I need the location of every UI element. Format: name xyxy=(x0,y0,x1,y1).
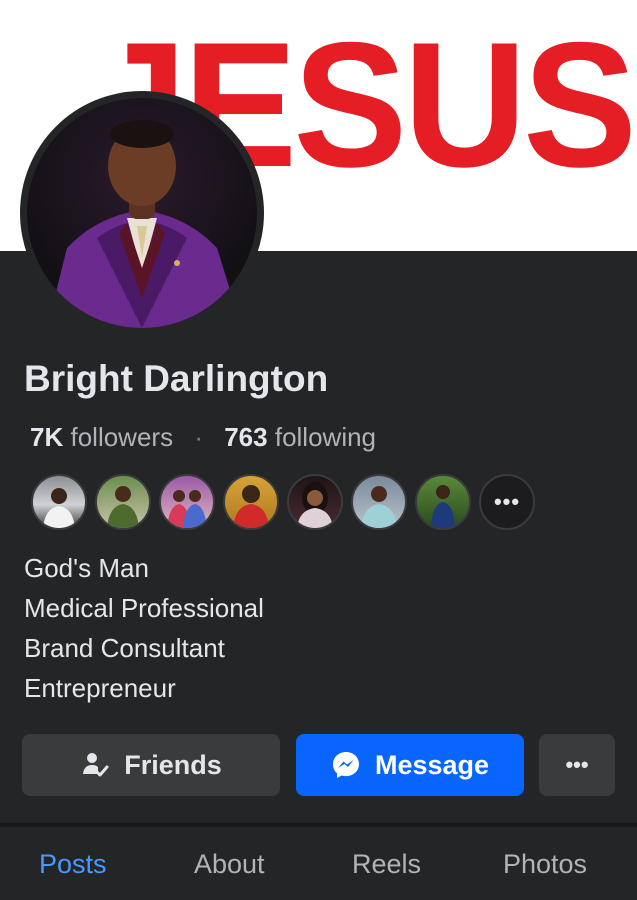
more-icon: ••• xyxy=(565,752,589,777)
bio-line: Entrepreneur xyxy=(24,673,176,703)
more-options-button[interactable]: ••• xyxy=(539,734,615,796)
tab-photos[interactable]: Photos xyxy=(503,847,587,881)
bio-line: Medical Professional xyxy=(24,593,264,623)
mutual-friends-row: ••• xyxy=(31,474,535,530)
stats-separator: · xyxy=(194,422,203,452)
bio-line: God's Man xyxy=(24,553,149,583)
friends-button[interactable]: Friends xyxy=(22,734,280,796)
avatar xyxy=(27,98,257,328)
friend-avatar[interactable] xyxy=(95,474,151,530)
following-count[interactable]: 763 xyxy=(224,422,267,452)
friend-avatar[interactable] xyxy=(351,474,407,530)
friend-avatar[interactable] xyxy=(159,474,215,530)
profile-bio: God's Man Medical Professional Brand Con… xyxy=(24,548,264,708)
more-friends-button[interactable]: ••• xyxy=(479,474,535,530)
following-label[interactable]: following xyxy=(275,422,376,452)
followers-label[interactable]: followers xyxy=(70,422,173,452)
followers-count[interactable]: 7K xyxy=(30,422,63,452)
friend-avatar[interactable] xyxy=(31,474,87,530)
avatar-portrait xyxy=(47,120,242,328)
profile-picture[interactable] xyxy=(20,91,264,335)
friend-avatar[interactable] xyxy=(287,474,343,530)
more-icon: ••• xyxy=(493,489,521,514)
profile-name: Bright Darlington xyxy=(24,358,329,399)
messenger-icon xyxy=(331,750,361,780)
friend-avatar[interactable] xyxy=(415,474,471,530)
message-button-label: Message xyxy=(374,749,490,780)
tab-posts[interactable]: Posts xyxy=(39,847,107,881)
user-check-icon xyxy=(80,750,110,780)
friends-button-label: Friends xyxy=(124,749,222,780)
tab-about[interactable]: About xyxy=(194,847,265,881)
profile-tabs: Posts About Reels Photos xyxy=(0,827,637,900)
profile-stats: 7K followers · 763 following xyxy=(30,420,376,454)
bio-line: Brand Consultant xyxy=(24,633,225,663)
friend-avatar[interactable] xyxy=(223,474,279,530)
tab-reels[interactable]: Reels xyxy=(352,847,421,881)
message-button[interactable]: Message xyxy=(296,734,524,796)
